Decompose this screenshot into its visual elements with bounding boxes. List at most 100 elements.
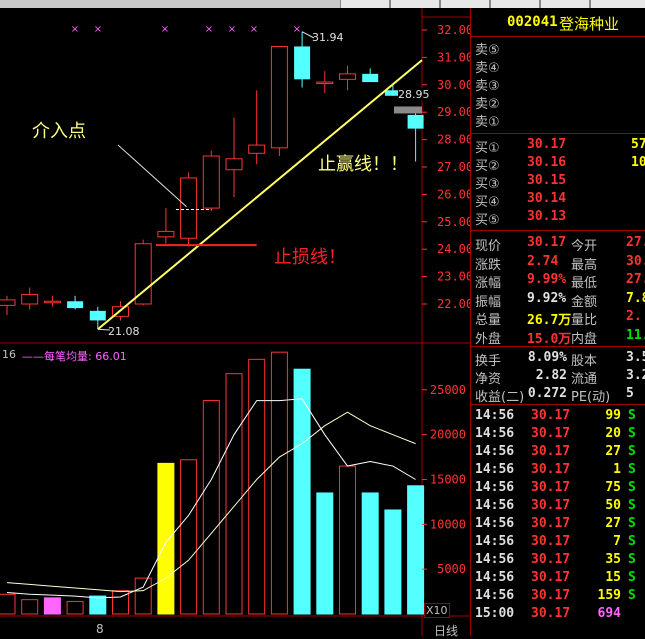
- ask-row[interactable]: 卖②: [471, 93, 645, 112]
- stat-value: 7.8: [626, 290, 645, 306]
- tick-side: S: [628, 588, 636, 603]
- stat-label: 振幅: [475, 294, 502, 310]
- tick-time: 14:56: [475, 552, 515, 567]
- bid-label: 买②: [475, 159, 500, 174]
- bid-price: 30.17: [527, 137, 567, 152]
- candle: [0, 295, 16, 315]
- volume-bar: [270, 351, 288, 615]
- tick-row[interactable]: 14:56 30.17 99 S: [471, 408, 645, 426]
- date-marker: 8: [96, 622, 104, 636]
- ask-row[interactable]: 卖⑤: [471, 39, 645, 58]
- ask-row[interactable]: 卖①: [471, 111, 645, 130]
- ask-row[interactable]: 卖③: [471, 75, 645, 94]
- event-marker: ×: [205, 24, 213, 35]
- tick-volume: 1: [613, 462, 621, 477]
- toolbar-button[interactable]: [590, 0, 645, 8]
- tick-volume: 694: [597, 606, 621, 621]
- fund-row: 收益(二) 0.272 PE(动) 5: [471, 386, 645, 405]
- stat-label: 内盘: [571, 331, 598, 347]
- bid-row[interactable]: 买④ 30.14: [471, 191, 645, 210]
- tick-row[interactable]: 14:56 30.17 159 S: [471, 588, 645, 606]
- event-marker: ×: [250, 24, 258, 35]
- bid-row[interactable]: 买③ 30.15: [471, 173, 645, 192]
- bid-row[interactable]: 买① 30.17 57: [471, 137, 645, 156]
- stat-row: 外盘 15.0万内盘 11.5: [471, 327, 645, 347]
- bid-row[interactable]: 买⑤ 30.13: [471, 209, 645, 228]
- volume-bar: [180, 459, 198, 615]
- period-label[interactable]: 日线: [434, 622, 458, 639]
- price-tick-label: 32.00: [437, 23, 470, 37]
- bid-price: 30.15: [527, 173, 567, 188]
- tick-row[interactable]: 14:56 30.17 20 S: [471, 426, 645, 444]
- stat-value: 9.99%: [527, 272, 567, 287]
- tick-row[interactable]: 14:56 30.17 7 S: [471, 534, 645, 552]
- event-marker: ×: [94, 24, 102, 35]
- fund-label: 收益(二): [475, 390, 525, 405]
- fund-value: 2.82: [535, 368, 567, 383]
- tick-row[interactable]: 15:00 30.17 694: [471, 606, 645, 624]
- price-tick-label: 24.00: [437, 242, 470, 256]
- stat-label: 外盘: [475, 331, 502, 347]
- tick-volume: 27: [605, 516, 621, 531]
- bid-price: 30.14: [527, 191, 567, 206]
- tick-row[interactable]: 14:56 30.17 75 S: [471, 480, 645, 498]
- tick-row[interactable]: 14:56 30.17 27 S: [471, 516, 645, 534]
- stat-label: 总量: [475, 313, 502, 328]
- tick-row[interactable]: 14:56 30.17 50 S: [471, 498, 645, 516]
- tick-price: 30.17: [531, 426, 571, 441]
- stat-value: 2.: [626, 309, 642, 324]
- tick-price: 30.17: [531, 516, 571, 531]
- toolbar-button[interactable]: [490, 0, 540, 8]
- fund-label: 净资: [475, 372, 502, 387]
- tick-price: 30.17: [531, 534, 571, 549]
- candle: [339, 65, 356, 91]
- toolbar-button[interactable]: [540, 0, 590, 8]
- tick-row[interactable]: 14:56 30.17 27 S: [471, 444, 645, 462]
- candle: [157, 208, 175, 244]
- volume-bar: [89, 595, 107, 615]
- tick-row[interactable]: 14:56 30.17 35 S: [471, 552, 645, 570]
- tick-price: 30.17: [531, 552, 571, 567]
- event-marker: ×: [293, 24, 301, 35]
- tick-time: 14:56: [475, 498, 515, 513]
- stat-value: 2.74: [527, 253, 559, 269]
- volume-bar: [134, 577, 152, 615]
- volume-bar: [361, 492, 379, 615]
- stat-value: 27.: [626, 272, 645, 287]
- stat-value: 27.: [626, 235, 645, 250]
- price-tick-label: 31.00: [437, 50, 470, 64]
- tick-side: S: [628, 462, 636, 477]
- candle: [67, 295, 84, 310]
- tick-side: S: [628, 516, 636, 531]
- bid-label: 买③: [475, 177, 500, 192]
- event-marker: ×: [161, 24, 169, 35]
- bid-label: 买①: [475, 141, 500, 156]
- bid-label: 买④: [475, 195, 500, 210]
- bid-row[interactable]: 买② 30.16 10: [471, 155, 645, 174]
- tick-row[interactable]: 14:56 30.17 1 S: [471, 462, 645, 480]
- price-tick-label: 26.00: [437, 187, 470, 201]
- stat-row: 涨跌 2.74 最高 30.: [471, 253, 645, 273]
- volume-tick-label: 10000: [430, 517, 466, 531]
- fund-value: 0.272: [527, 386, 567, 401]
- tick-side: S: [628, 426, 636, 441]
- stat-label: 涨跌: [475, 257, 502, 273]
- stop-loss-annotation: 止损线！: [274, 247, 346, 268]
- price-tick-label: 25.00: [437, 215, 470, 229]
- volume-legend-name: 每笔均量: [44, 350, 88, 363]
- quote-panel: 002041 登海种业 卖⑤ 卖④ 卖③ 卖② 卖① 买① 30.17 57 买② 30.16 1…: [470, 8, 645, 636]
- event-marker: ×: [228, 24, 236, 35]
- tick-time: 15:00: [475, 606, 515, 621]
- candle: [270, 45, 288, 157]
- stat-value: 15.0万: [527, 331, 572, 347]
- volume-bar: [316, 492, 334, 615]
- tick-row[interactable]: 14:56 30.17 15 S: [471, 570, 645, 588]
- tick-time: 14:56: [475, 426, 515, 441]
- stat-label: 现价: [475, 239, 502, 254]
- ask-label: 卖⑤: [475, 43, 500, 58]
- ask-row[interactable]: 卖④: [471, 57, 645, 76]
- price-marker: [394, 106, 422, 114]
- stat-value: 11.5: [626, 327, 645, 343]
- bid-price: 30.13: [527, 209, 567, 224]
- fund-label: 换手: [475, 354, 502, 369]
